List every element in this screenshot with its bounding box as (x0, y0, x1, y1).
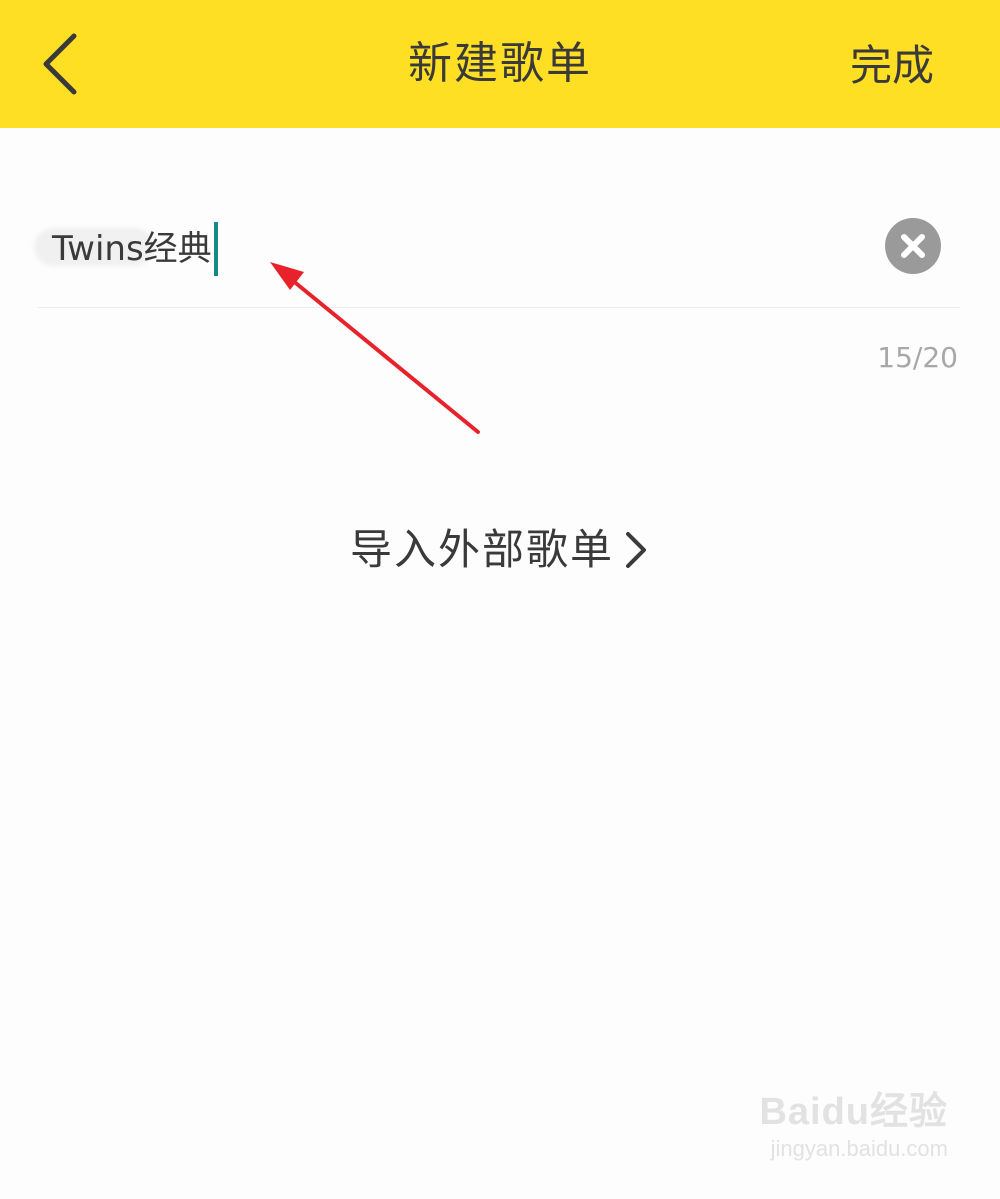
baidu-watermark: Baidu经验 jingyan.baidu.com (759, 1090, 948, 1164)
playlist-name-value: Twins经典 (52, 229, 212, 269)
character-counter: 15/20 (877, 341, 958, 374)
import-external-playlist-link[interactable]: 导入外部歌单 (0, 522, 1000, 578)
watermark-url: jingyan.baidu.com (770, 1136, 948, 1161)
playlist-name-field[interactable]: Twins经典 (34, 200, 960, 308)
clear-button[interactable] (885, 218, 941, 274)
import-label: 导入外部歌单 (349, 525, 614, 574)
watermark-logo: Baidu经验 (759, 1091, 948, 1133)
close-circle-icon (901, 234, 925, 258)
chevron-right-icon (626, 532, 646, 568)
annotation-arrow-icon (270, 262, 480, 434)
done-button[interactable]: 完成 (850, 38, 934, 94)
top-bar: 新建歌单 完成 (0, 0, 1000, 128)
text-caret (213, 222, 218, 276)
playlist-name-input[interactable]: Twins经典 (34, 222, 218, 276)
